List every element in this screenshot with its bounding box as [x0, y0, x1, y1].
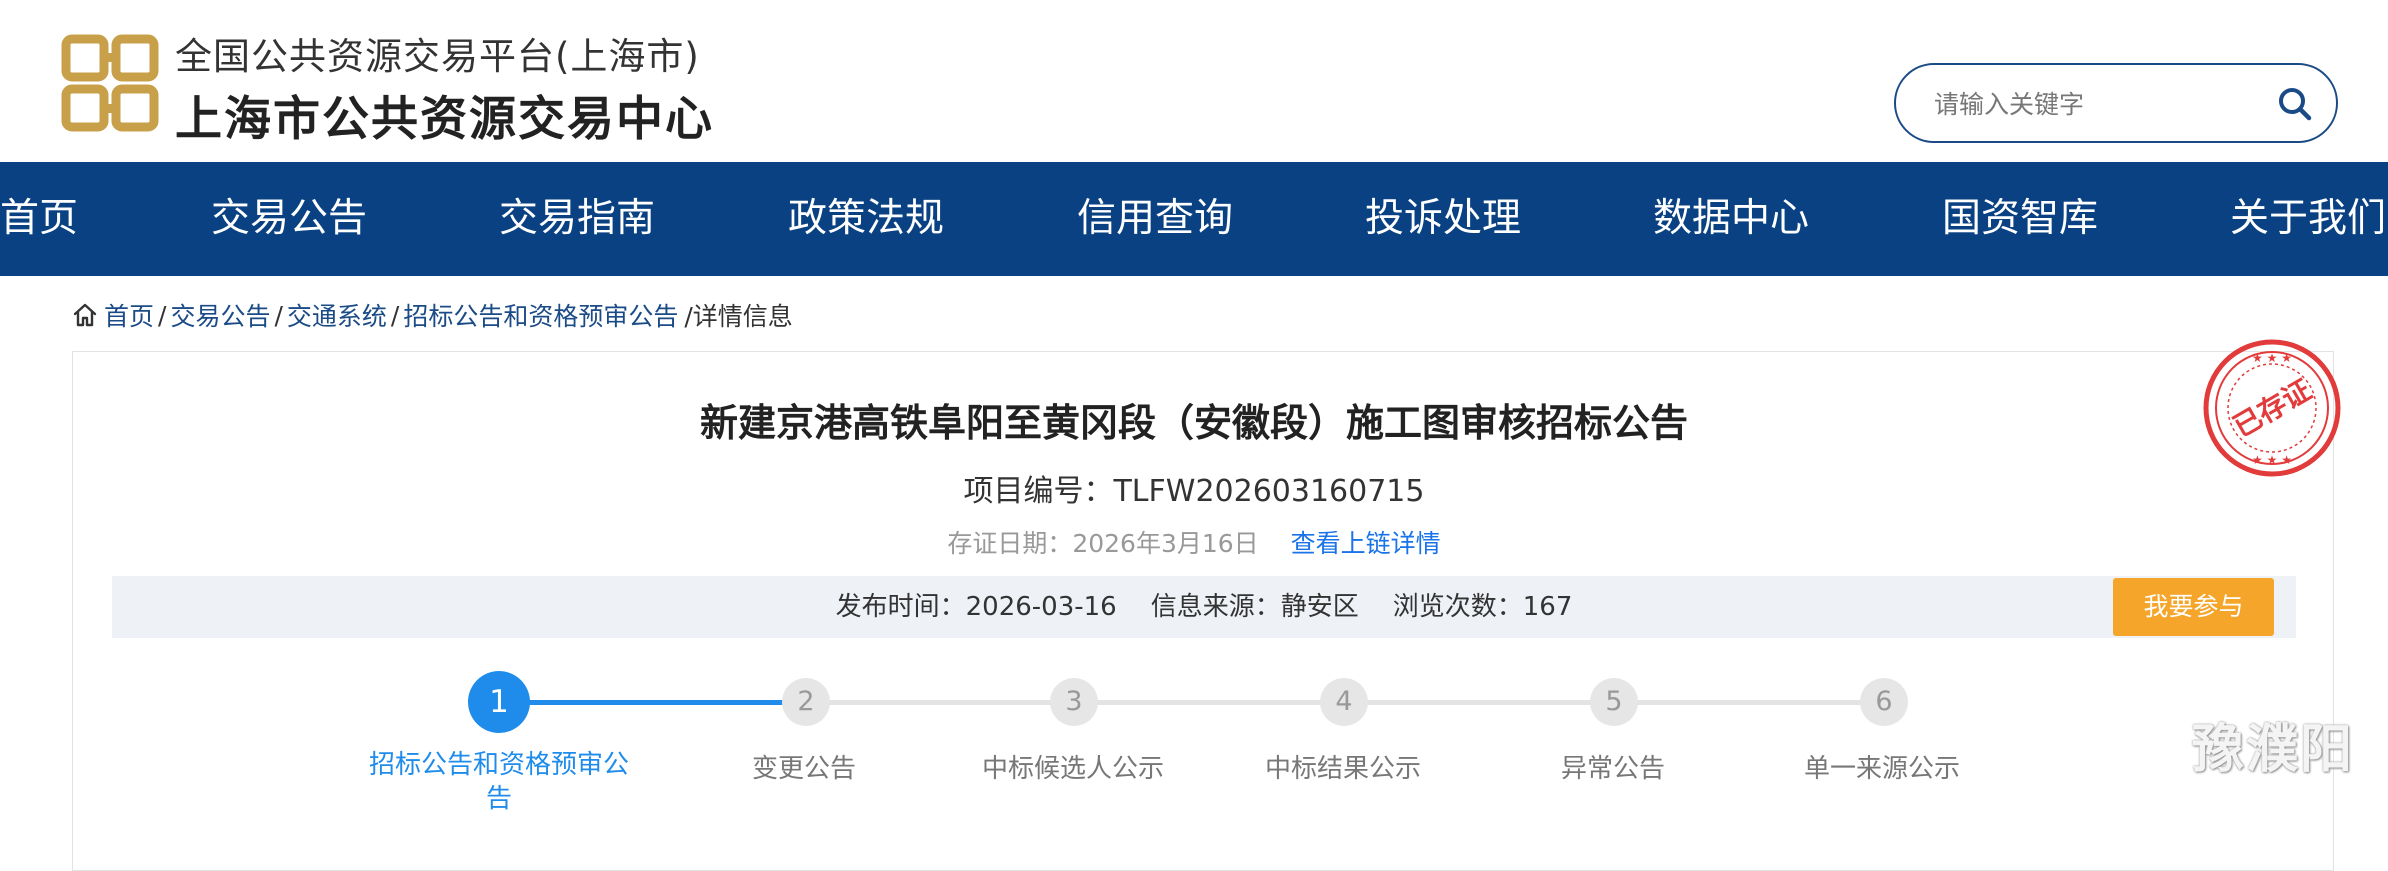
info-text: 发布时间：2026-03-16 信息来源：静安区 浏览次数：167 [112, 576, 2296, 638]
cert-date: 存证日期：2026年3月16日 [947, 529, 1259, 558]
home-icon[interactable] [72, 302, 98, 328]
view-count: 浏览次数：167 [1392, 592, 1573, 622]
nav-item-trade-guide[interactable]: 交易指南 [499, 162, 655, 276]
nav-item-complaint[interactable]: 投诉处理 [1365, 162, 1521, 276]
breadcrumb: 首页 / 交易公告 / 交通系统 / 招标公告和资格预审公告 /详情信息 [72, 297, 793, 333]
step-label-4[interactable]: 中标结果公示 [1265, 748, 1421, 785]
breadcrumb-transport[interactable]: 交通系统 [287, 297, 387, 333]
breadcrumb-home[interactable]: 首页 [104, 297, 154, 333]
step-circle-5[interactable]: 5 [1590, 678, 1638, 726]
search-input[interactable] [1932, 83, 2256, 125]
step-label-3[interactable]: 中标候选人公示 [982, 748, 1164, 785]
main-nav: 首页 交易公告 交易指南 政策法规 信用查询 投诉处理 数据中心 国资智库 关于… [0, 162, 2388, 276]
step-label-2[interactable]: 变更公告 [752, 748, 856, 785]
breadcrumb-separator: / [390, 300, 400, 330]
search-box [1894, 63, 2338, 143]
site-header: 全国公共资源交易平台(上海市) 上海市公共资源交易中心 [0, 0, 2388, 162]
join-button[interactable]: 我要参与 [2113, 578, 2274, 636]
svg-text:★ ★ ★: ★ ★ ★ [2252, 351, 2292, 365]
search-icon[interactable] [2276, 85, 2314, 123]
info-bar: 发布时间：2026-03-16 信息来源：静安区 浏览次数：167 [112, 576, 2296, 638]
svg-text:★ ★ ★: ★ ★ ★ [2252, 453, 2292, 467]
cert-row: 存证日期：2026年3月16日 查看上链详情 [0, 524, 2388, 560]
breadcrumb-trade-notice[interactable]: 交易公告 [170, 297, 270, 333]
step-connector-active [499, 700, 806, 705]
step-label-1[interactable]: 招标公告和资格预审公告 [359, 748, 639, 816]
article-title: 新建京港高铁阜阳至黄冈段（安徽段）施工图审核招标公告 [699, 401, 1688, 445]
nav-item-policy[interactable]: 政策法规 [788, 162, 944, 276]
nav-item-trade-notice[interactable]: 交易公告 [211, 162, 367, 276]
breadcrumb-separator: / [158, 300, 167, 330]
project-number: 项目编号：TLFW202603160715 [963, 474, 1425, 509]
nav-item-about-us[interactable]: 关于我们 [2230, 162, 2386, 276]
breadcrumb-separator: / [274, 300, 283, 330]
step-label-6[interactable]: 单一来源公示 [1804, 748, 1960, 785]
logo-subtitle: 全国公共资源交易平台(上海市) [175, 35, 700, 78]
step-circle-4[interactable]: 4 [1320, 678, 1368, 726]
step-label-5[interactable]: 异常公告 [1561, 748, 1665, 785]
step-circle-2[interactable]: 2 [782, 678, 830, 726]
view-chain-detail-link[interactable]: 查看上链详情 [1291, 529, 1441, 558]
step-circle-3[interactable]: 3 [1050, 678, 1098, 726]
nav-item-home[interactable]: 首页 [0, 162, 78, 276]
nav-item-data-center[interactable]: 数据中心 [1653, 162, 1809, 276]
watermark: 豫濮阳 [2192, 720, 2355, 780]
breadcrumb-current: /详情信息 [684, 302, 793, 331]
logo-title[interactable]: 上海市公共资源交易中心 [175, 80, 714, 149]
logo-icon[interactable] [60, 33, 160, 133]
step-circle-1[interactable]: 1 [468, 671, 530, 733]
info-source: 信息来源：静安区 [1150, 592, 1359, 622]
breadcrumb-bid-notice[interactable]: 招标公告和资格预审公告 [403, 297, 678, 333]
nav-item-credit-query[interactable]: 信用查询 [1077, 162, 1233, 276]
step-circle-6[interactable]: 6 [1860, 678, 1908, 726]
publish-time: 发布时间：2026-03-16 [835, 592, 1117, 622]
nav-item-state-assets[interactable]: 国资智库 [1942, 162, 2098, 276]
